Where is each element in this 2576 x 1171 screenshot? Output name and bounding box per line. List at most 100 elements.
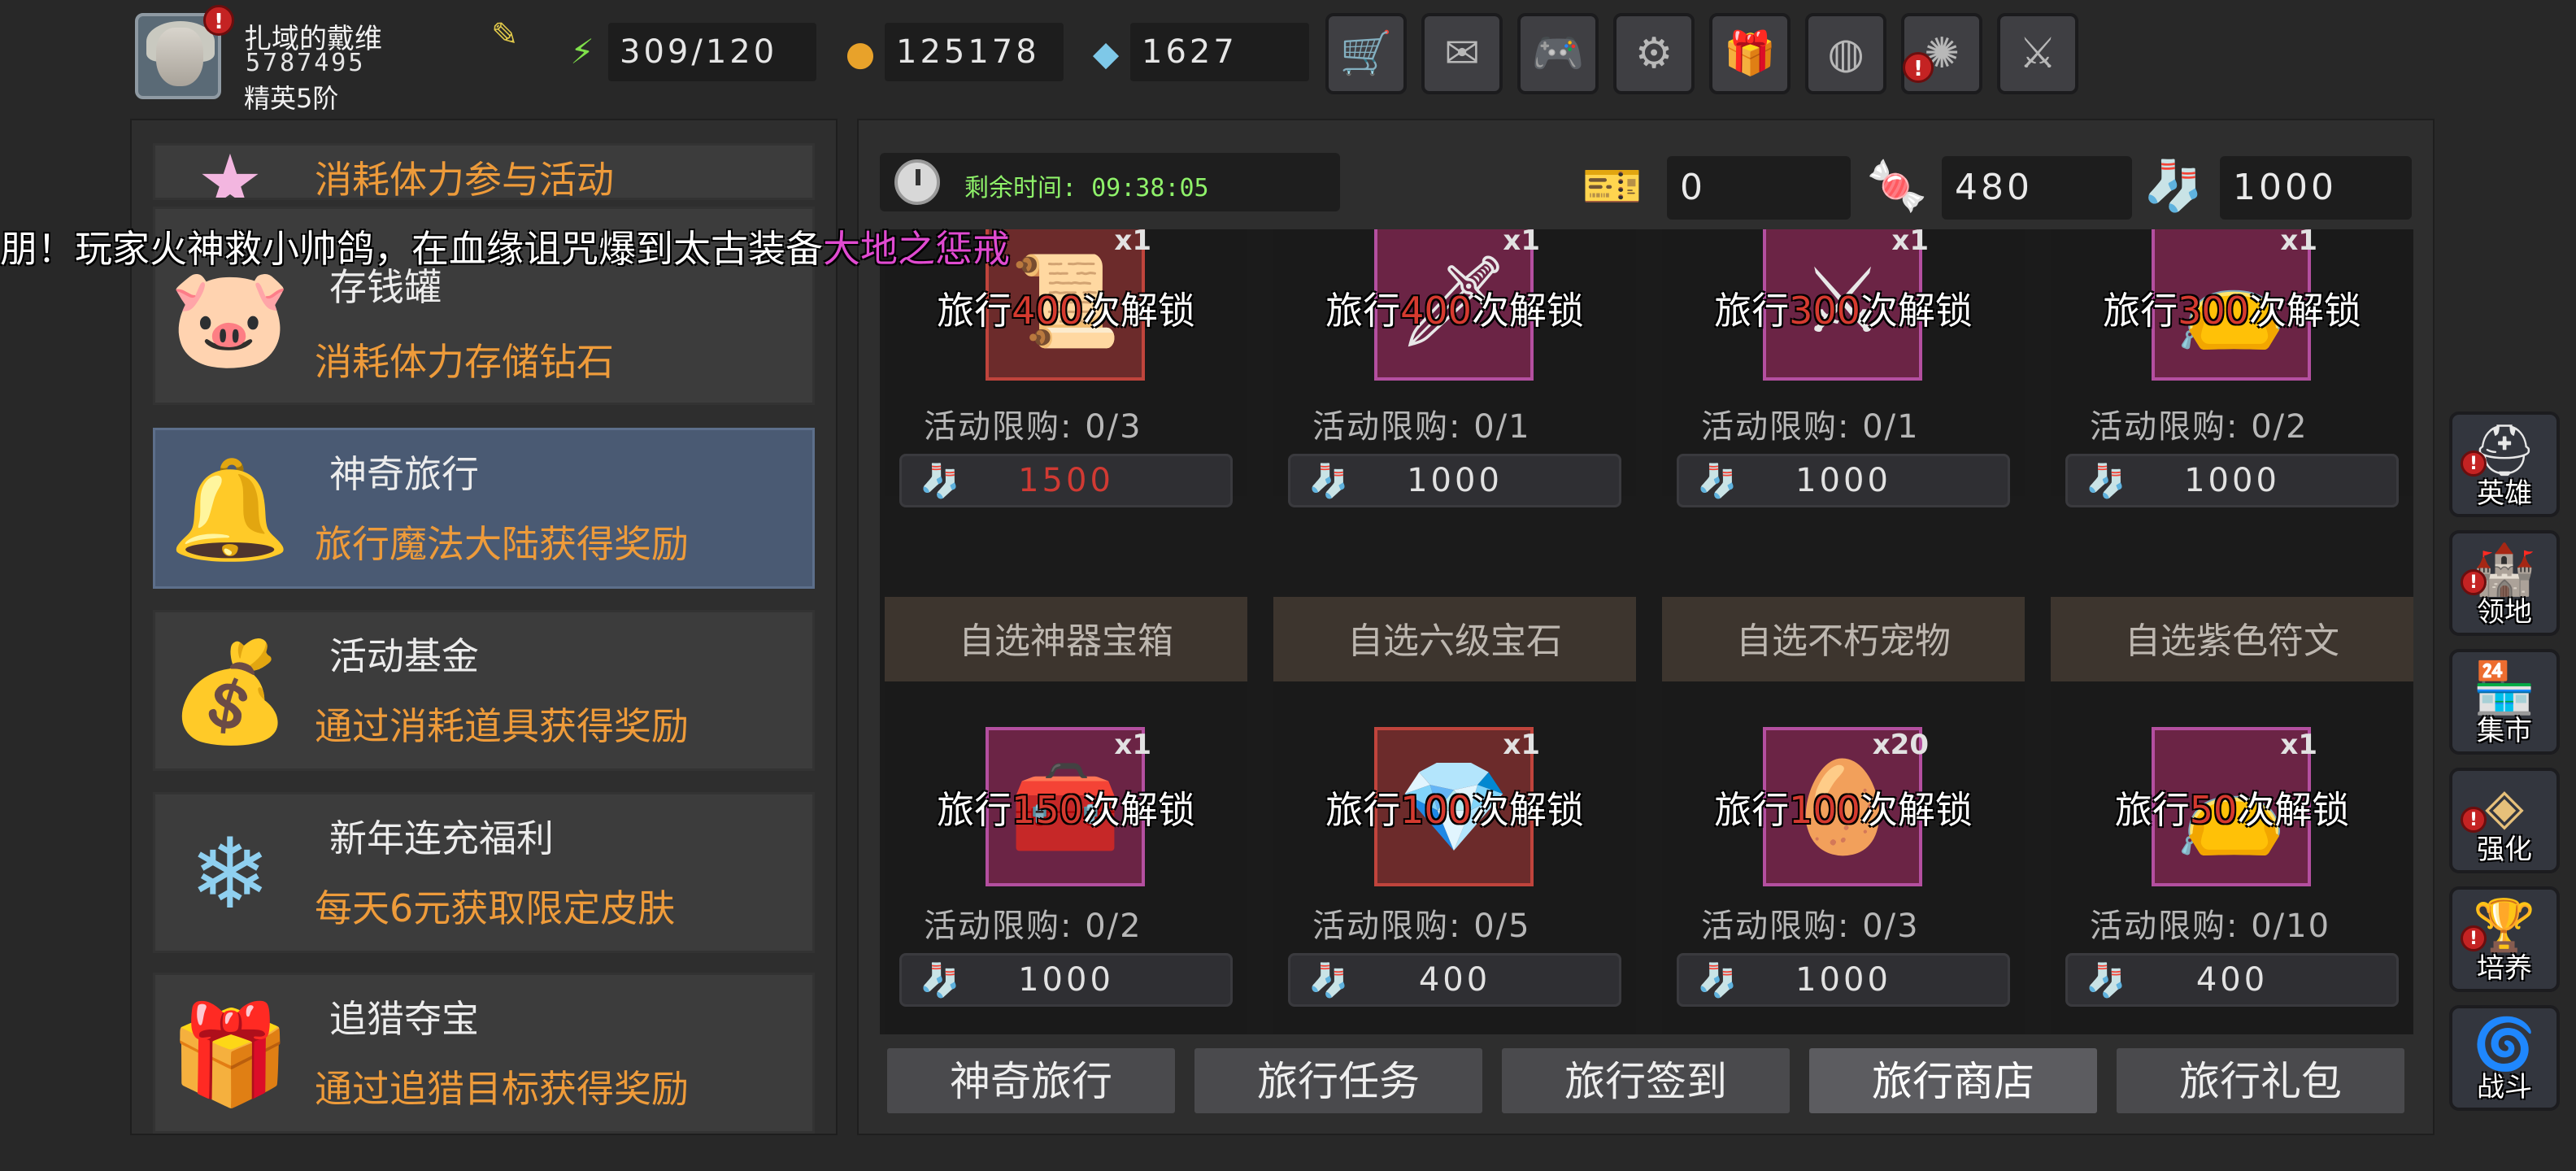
tab-magic-journey[interactable]: 神奇旅行 [885,1046,1177,1116]
activity-item-new-year[interactable]: ❄ 新年连充福利 每天6元获取限定皮肤 [153,792,815,953]
ice-crystal-icon: ❄ [189,818,272,931]
color-wheel-icon[interactable]: ◍ [1805,13,1886,94]
nav-enhance[interactable]: ◈ ! 强化 [2449,768,2560,873]
purchase-limit: 活动限购: 0/2 [2090,408,2308,446]
item-quantity: x1 [1114,729,1151,761]
unlock-condition: 旅行300次解锁 [1662,281,2025,335]
activity-title: 新年连充福利 [329,816,554,860]
broadcast-marquee: 朋！玩家火神救小帅鸽，在血缘诅咒爆到太古装备大地之惩戒 [0,220,1010,273]
unlock-prefix: 旅行 [937,289,1012,333]
item-quantity: x20 [1872,729,1929,761]
price-value: 1000 [1018,961,1114,999]
purchase-limit: 活动限购: 0/5 [1312,908,1531,945]
candy-cane-icon: 🍬 [1866,158,1928,215]
unlock-suffix: 次解锁 [1860,788,1973,832]
unlock-condition: 旅行300次解锁 [2051,281,2413,335]
buy-button[interactable]: 🧦 1000 [1677,454,2010,507]
unlock-condition: 旅行400次解锁 [885,281,1247,335]
nav-label: 集市 [2477,715,2532,747]
unlock-condition: 旅行50次解锁 [2051,781,2413,834]
unlock-number: 150 [1012,788,1083,832]
treasure-chest-icon: 🎁 [169,999,291,1112]
stamina-icon: ⚡ [570,32,594,72]
price-value: 1500 [1018,462,1114,499]
shop-card[interactable]: 自选六级宝石 💎 x1 旅行100次解锁 活动限购: 0/5 🧦 400 [1273,597,1636,1034]
shop-card[interactable]: 🗡 x1 旅行400次解锁 活动限购: 0/1 🧦 1000 [1273,229,1636,507]
nav-battle[interactable]: 🌀 战斗 [2449,1005,2560,1111]
marquee-highlight: 大地之惩戒 [823,227,1010,271]
remaining-time: 剩余时间: 09:38:05 [964,174,1209,202]
nav-label: 战斗 [2477,1071,2532,1104]
unlock-suffix: 次解锁 [1860,289,1973,333]
buy-button[interactable]: 🧦 1000 [1677,953,2010,1007]
item-quantity: x1 [1503,729,1540,761]
nav-market[interactable]: 🏪 集市 [2449,649,2560,755]
shop-card[interactable]: ⚔ x1 旅行300次解锁 活动限购: 0/1 🧦 1000 [1662,229,2025,507]
unlock-prefix: 旅行 [2114,788,2190,832]
activity-item-stamina[interactable]: ★ 消耗体力参与活动 [153,143,815,200]
activity-desc: 通过追猎目标获得奖励 [315,1067,689,1111]
item-name: 自选不朽宠物 [1662,597,2025,681]
activity-item-fund[interactable]: 💰 活动基金 通过消耗道具获得奖励 [153,610,815,771]
shop-card[interactable]: 自选神器宝箱 🧰 x1 旅行150次解锁 活动限购: 0/2 🧦 1000 [885,597,1247,1034]
sock-value: 1000 [2220,156,2412,220]
unlock-suffix: 次解锁 [1471,788,1584,832]
ticket-icon: 🎫 [1582,158,1643,215]
bells-icon: 🔔 [169,454,291,567]
price-value: 1000 [1795,462,1891,499]
edit-name-icon[interactable]: ✎ [491,18,525,52]
buy-button[interactable]: 🧦 400 [2065,953,2399,1007]
item-name: 自选紫色符文 [2051,597,2413,681]
shop-card[interactable]: 自选紫色符文 👝 x1 旅行50次解锁 活动限购: 0/10 🧦 400 [2051,597,2413,1034]
unlock-condition: 旅行150次解锁 [885,781,1247,834]
tab-journey-shop[interactable]: 旅行商店 [1807,1046,2100,1116]
shop-card[interactable]: 自选不朽宠物 🥚 x20 旅行100次解锁 活动限购: 0/3 🧦 1000 [1662,597,2025,1034]
gamepad-icon[interactable]: 🎮 [1517,13,1599,94]
purchase-limit: 活动限购: 0/3 [924,408,1142,446]
nav-cultivate[interactable]: 🏆 ! 培养 [2449,886,2560,992]
player-rank: 精英5阶 [244,83,339,114]
unlock-condition: 旅行100次解锁 [1662,781,2025,834]
purchase-limit: 活动限购: 0/3 [1701,908,1920,945]
unlock-condition: 旅行400次解锁 [1273,281,1636,335]
money-bag-icon: 💰 [169,636,291,749]
buy-button[interactable]: 🧦 1000 [1288,454,1621,507]
star-icon: ★ [197,143,263,200]
price-value: 1000 [1407,462,1503,499]
tab-journey-gift-pack[interactable]: 旅行礼包 [2114,1046,2407,1116]
mail-icon[interactable]: ✉ [1421,13,1503,94]
gold-icon: ● [845,33,876,73]
buy-button[interactable]: 🧦 1000 [2065,454,2399,507]
activity-item-hunt-treasure[interactable]: 🎁 追猎夺宝 通过追猎目标获得奖励 [153,973,815,1134]
item-quantity: x1 [2280,729,2317,761]
activity-title: 神奇旅行 [329,452,479,496]
unlock-number: 100 [1400,788,1472,832]
clock-icon [894,159,940,205]
gear-icon[interactable]: ⚙ [1613,13,1695,94]
buy-button[interactable]: 🧦 1000 [899,953,1233,1007]
nav-hero[interactable]: ⛑ ! 英雄 [2449,411,2560,517]
unlock-number: 100 [1789,788,1860,832]
unlock-number: 400 [1400,289,1472,333]
tab-journey-tasks[interactable]: 旅行任务 [1192,1046,1485,1116]
unlock-prefix: 旅行 [1714,289,1790,333]
shop-grid: 📜 x1 旅行400次解锁 活动限购: 0/3 🧦 1500 🗡 x1 旅行400… [880,229,2413,1034]
diamond-icon: ◆ [1092,33,1120,73]
shop-cart-icon[interactable]: 🛒 [1325,13,1407,94]
gift-icon[interactable]: 🎁 [1709,13,1791,94]
unlock-suffix: 次解锁 [2237,788,2350,832]
activity-item-magic-journey[interactable]: 🔔 神奇旅行 旅行魔法大陆获得奖励 [153,428,815,589]
candy-value: 480 [1942,156,2132,220]
nav-territory[interactable]: 🏰 ! 领地 [2449,530,2560,636]
diamond-value: 1627 [1130,23,1309,81]
player-id: 5787495 [246,49,366,77]
battle-swords-icon[interactable]: ⚔ [1997,13,2078,94]
price-value: 400 [2195,961,2269,999]
buy-button[interactable]: 🧦 1500 [899,454,1233,507]
tab-journey-checkin[interactable]: 旅行签到 [1499,1046,1792,1116]
purchase-limit: 活动限购: 0/10 [2090,908,2331,945]
marquee-text: 朋！玩家火神救小帅鸽，在血缘诅咒爆到太古装备 [0,227,823,271]
shop-card[interactable]: 👝 x1 旅行300次解锁 活动限购: 0/2 🧦 1000 [2051,229,2413,507]
buy-button[interactable]: 🧦 400 [1288,953,1621,1007]
price-value: 400 [1418,961,1491,999]
